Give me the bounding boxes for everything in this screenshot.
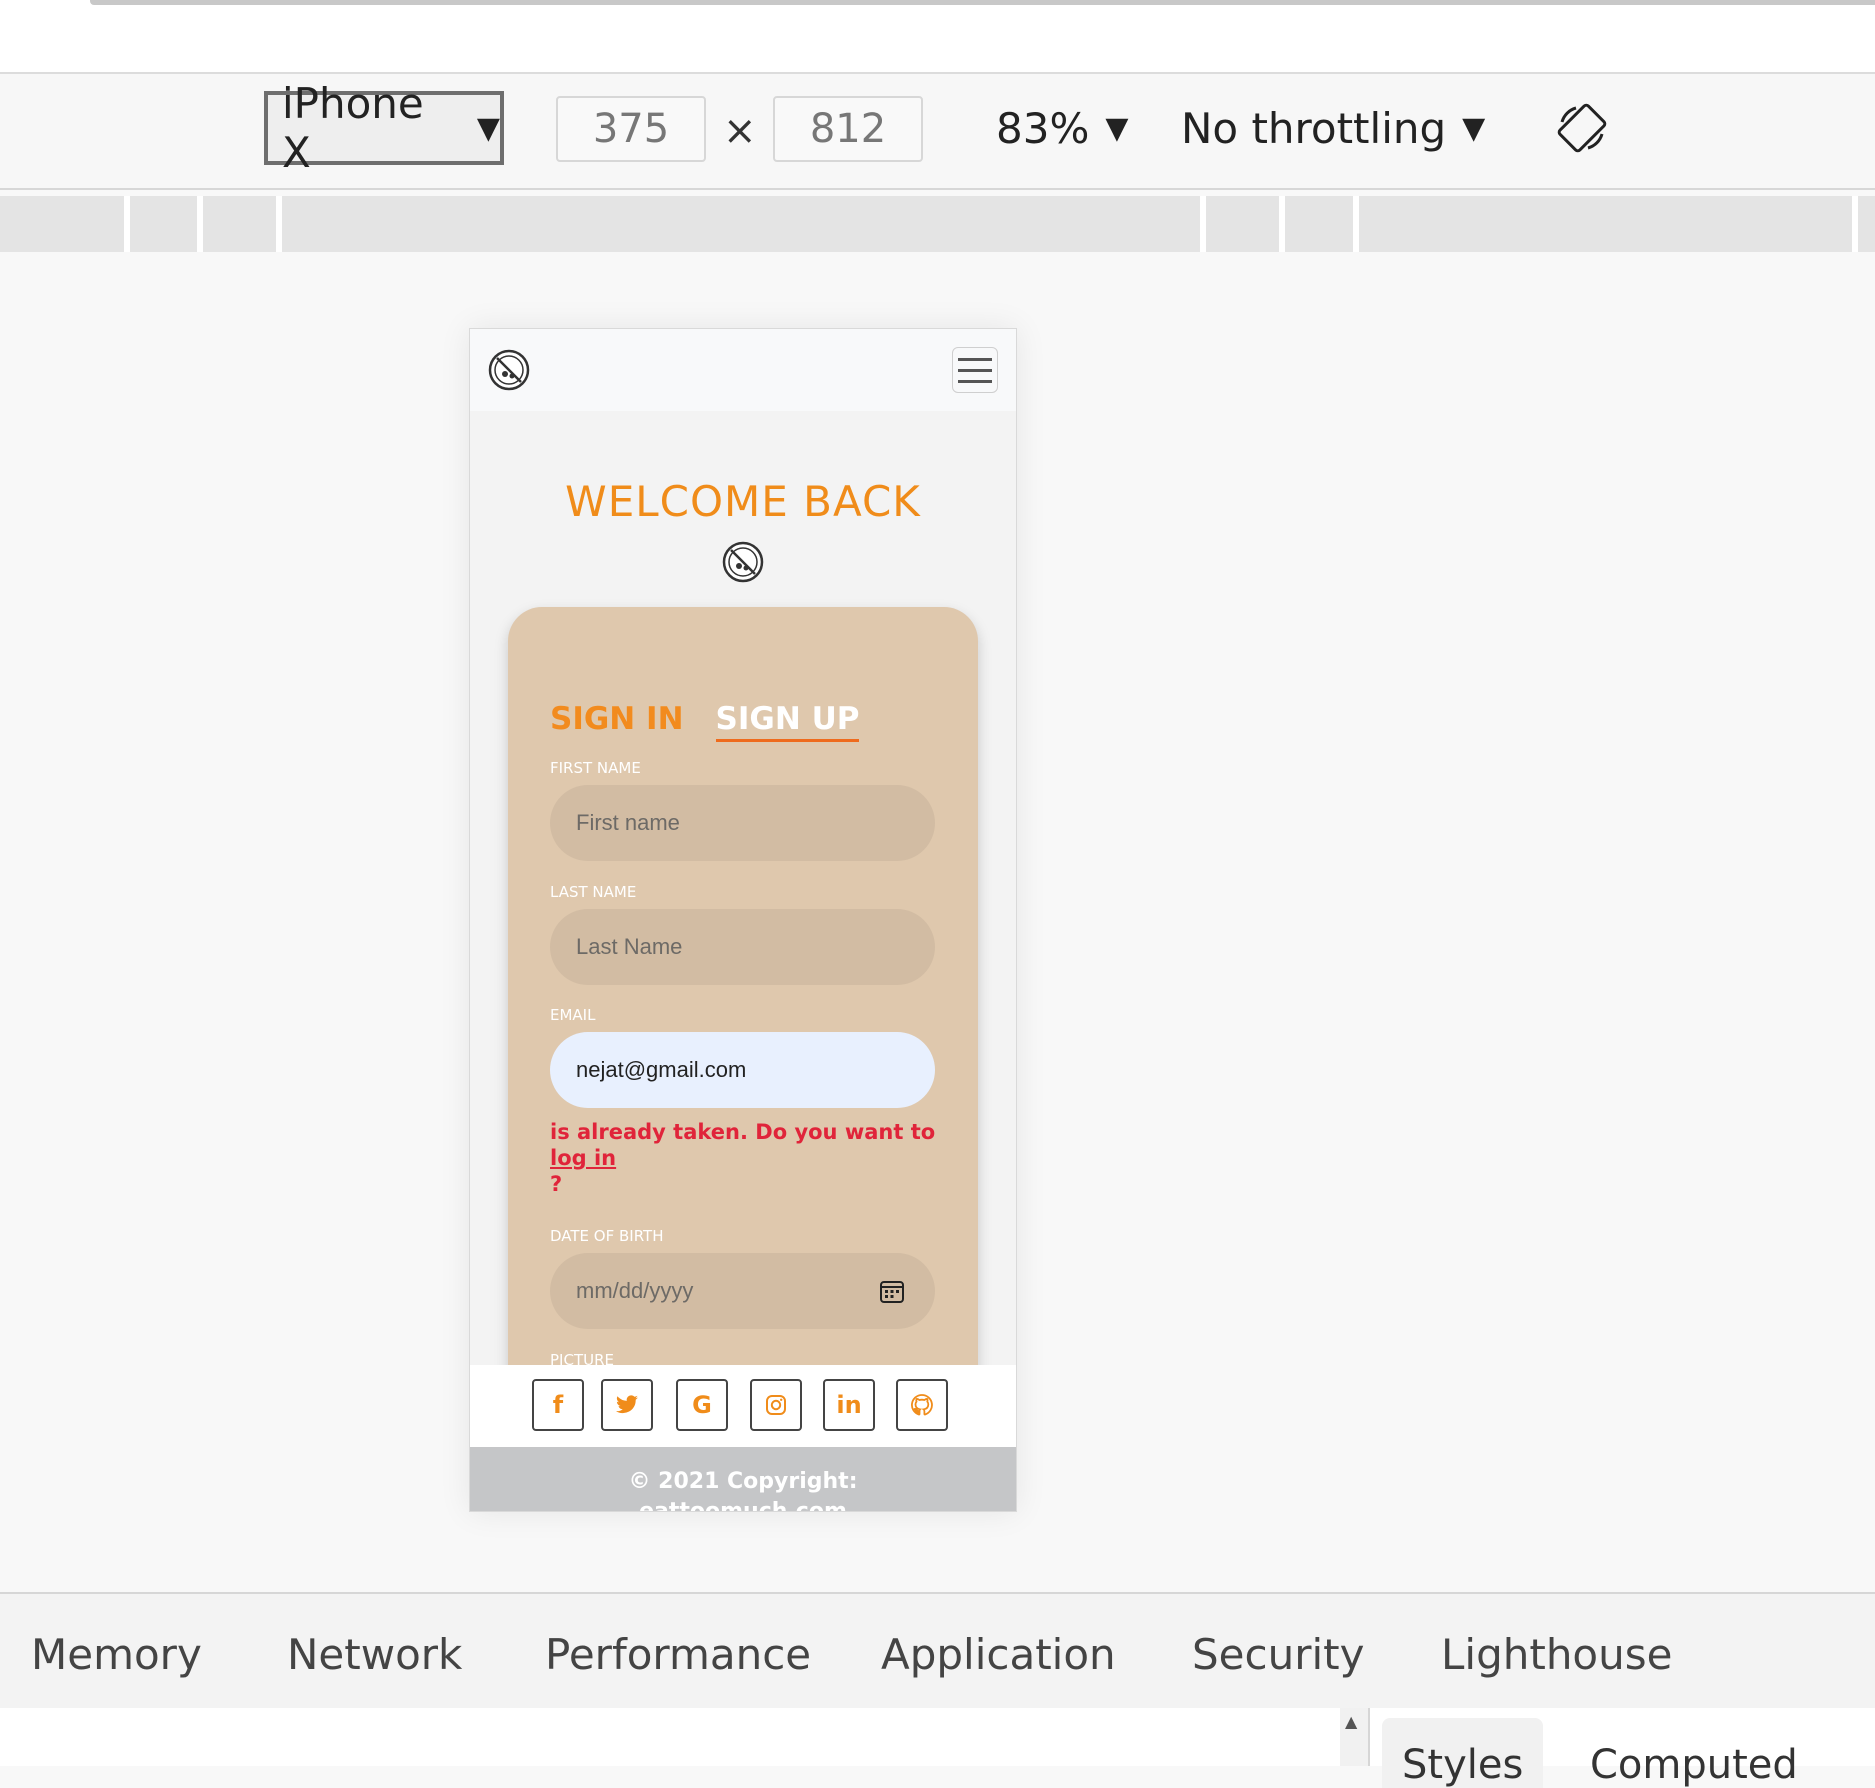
tab-memory[interactable]: Memory (31, 1630, 202, 1679)
device-toolbar: iPhone X ▼ 375 × 812 83% ▼ No throttling… (0, 74, 1875, 190)
email-input[interactable]: nejat@gmail.com (550, 1032, 935, 1108)
twitter-button[interactable] (601, 1379, 653, 1431)
tab-performance[interactable]: Performance (545, 1630, 811, 1679)
caret-down-icon: ▼ (476, 110, 500, 146)
throttling-select[interactable]: No throttling ▼ (1181, 104, 1485, 153)
social-links: f G in (470, 1365, 1016, 1447)
width-input[interactable]: 375 (556, 96, 706, 162)
brand-logo-icon[interactable] (488, 349, 530, 391)
tab-lighthouse[interactable]: Lighthouse (1441, 1630, 1672, 1679)
last-name-input[interactable]: Last Name (550, 909, 935, 985)
linkedin-button[interactable]: in (823, 1379, 875, 1431)
tab-computed[interactable]: Computed (1590, 1742, 1798, 1788)
footer-site-link[interactable]: eattoomuch.com (470, 1499, 1016, 1511)
dimension-separator: × (723, 108, 757, 154)
calendar-icon[interactable] (879, 1278, 905, 1304)
hamburger-icon (958, 357, 992, 361)
facebook-button[interactable]: f (532, 1379, 584, 1431)
email-label: EMAIL (550, 1006, 596, 1024)
email-error-message: is already taken. Do you want to log in … (550, 1119, 950, 1197)
copyright-text: © 2021 Copyright: (628, 1469, 858, 1494)
device-viewport: WELCOME BACK SIGN IN SIGN UP FIRST NAME … (469, 328, 1017, 1512)
device-select[interactable]: iPhone X ▼ (264, 79, 504, 177)
tab-styles[interactable]: Styles (1382, 1718, 1544, 1788)
instagram-button[interactable] (750, 1379, 802, 1431)
caret-down-icon: ▼ (1462, 111, 1486, 146)
welcome-title: WELCOME BACK (565, 477, 921, 526)
first-name-input[interactable]: First name (550, 785, 935, 861)
date-placeholder: mm/dd/yyyy (576, 1278, 694, 1303)
auth-tabs: SIGN IN SIGN UP (550, 701, 860, 742)
google-icon: G (692, 1391, 712, 1419)
github-button[interactable] (896, 1379, 948, 1431)
tab-sign-in[interactable]: SIGN IN (550, 701, 684, 742)
facebook-icon: f (552, 1391, 564, 1419)
rotate-icon[interactable] (1556, 102, 1608, 154)
navbar (470, 329, 1016, 411)
zoom-select[interactable]: 83% ▼ (996, 104, 1128, 153)
device-select-value: iPhone X (282, 79, 424, 177)
height-input[interactable]: 812 (773, 96, 923, 162)
log-in-link[interactable]: log in (550, 1146, 616, 1170)
tab-sign-up[interactable]: SIGN UP (715, 701, 860, 742)
menu-toggle-button[interactable] (952, 347, 998, 393)
caret-down-icon: ▼ (1105, 111, 1129, 146)
tab-application[interactable]: Application (881, 1630, 1116, 1679)
zoom-value: 83% (996, 104, 1090, 153)
last-name-label: LAST NAME (550, 883, 637, 901)
horizontal-scrollbar[interactable] (90, 0, 1875, 5)
tab-security[interactable]: Security (1192, 1630, 1364, 1679)
logo-icon (722, 541, 764, 583)
error-suffix: ? (550, 1172, 563, 1196)
devtools-tabbar: Memory Network Performance Application S… (0, 1592, 1875, 1710)
browser-top-strip (0, 0, 1875, 74)
caret-up-icon[interactable]: ▲ (1345, 1712, 1357, 1731)
footer: © 2021 Copyright: eattoomuch.com (470, 1447, 1016, 1511)
linkedin-icon: in (836, 1391, 862, 1419)
first-name-label: FIRST NAME (550, 759, 641, 777)
throttling-value: No throttling (1181, 104, 1447, 153)
tab-network[interactable]: Network (287, 1630, 462, 1679)
date-of-birth-label: DATE OF BIRTH (550, 1227, 664, 1245)
media-query-ruler[interactable] (0, 196, 1875, 252)
devtools-panel: ▲ Styles Computed (0, 1708, 1875, 1788)
github-icon (911, 1394, 933, 1416)
twitter-icon (616, 1395, 638, 1414)
google-button[interactable]: G (676, 1379, 728, 1431)
error-message-text: is already taken. Do you want to (550, 1120, 936, 1144)
instagram-icon (766, 1395, 786, 1415)
date-of-birth-input[interactable]: mm/dd/yyyy (550, 1253, 935, 1329)
